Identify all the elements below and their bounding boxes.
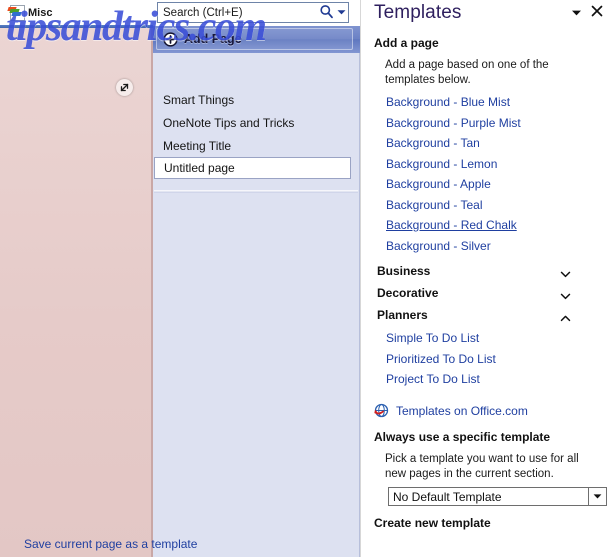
page-list-divider: [154, 190, 358, 193]
template-link[interactable]: Background - Apple: [374, 174, 599, 195]
template-link[interactable]: Background - Lemon: [374, 154, 599, 175]
task-pane-menu-chevron-down-icon[interactable]: [569, 6, 583, 20]
template-group-label: Planners: [377, 308, 428, 322]
page-list-region: Search (Ctrl+E) Add Page Smart Things On…: [153, 0, 360, 557]
search-dropdown-chevron-down-icon[interactable]: [335, 9, 348, 16]
page-list-panel[interactable]: Smart Things OneNote Tips and Tricks Mee…: [153, 53, 360, 557]
plus-circle-icon: [163, 31, 178, 47]
add-page-label: Add Page: [184, 32, 242, 46]
add-a-page-description: Add a page based on one of the templates…: [385, 59, 549, 86]
templates-task-pane: Templates Add a page Add a page based on…: [360, 0, 612, 557]
template-link[interactable]: Simple To Do List: [374, 328, 599, 349]
page-item-label: OneNote Tips and Tricks: [163, 115, 295, 130]
create-new-template-heading: Create new template: [374, 516, 491, 530]
close-icon[interactable]: [589, 3, 605, 19]
onenote-section-icon: [7, 5, 25, 21]
search-row: Search (Ctrl+E): [153, 0, 360, 26]
add-page-band: Add Page: [153, 26, 360, 54]
chevron-up-icon: [560, 309, 571, 322]
onenote-window: Misc Search (Ctrl+E) Add Page Smart Thin…: [0, 0, 612, 557]
always-use-heading: Always use a specific template: [374, 430, 551, 444]
template-link[interactable]: Background - Tan: [374, 133, 599, 154]
template-link[interactable]: Background - Blue Mist: [374, 92, 599, 113]
search-input-text[interactable]: Search (Ctrl+E): [158, 7, 318, 19]
template-link[interactable]: Background - Teal: [374, 195, 599, 216]
default-template-select[interactable]: No Default Template: [388, 487, 607, 506]
page-title: Templates: [374, 2, 462, 23]
page-list-items: Smart Things OneNote Tips and Tricks Mee…: [153, 88, 360, 179]
page-item-label: Untitled page: [164, 161, 235, 175]
section-tab-misc[interactable]: Misc: [5, 2, 58, 23]
template-link[interactable]: Background - Silver: [374, 236, 599, 257]
always-use-description: Pick a template you want to use for all …: [385, 453, 579, 480]
add-a-page-heading: Add a page: [374, 36, 439, 50]
template-link[interactable]: Project To Do List: [374, 369, 599, 390]
list-item[interactable]: Smart Things: [153, 88, 360, 111]
templates-on-office-link[interactable]: Templates on Office.com: [374, 403, 528, 418]
template-link[interactable]: Background - Purple Mist: [374, 113, 599, 134]
page-item-label: Meeting Title: [163, 138, 232, 153]
template-list[interactable]: Background - Blue Mist Background - Purp…: [374, 92, 599, 398]
chevron-down-icon: [560, 287, 571, 300]
add-page-button[interactable]: Add Page: [156, 28, 353, 50]
list-item[interactable]: Meeting Title: [153, 134, 360, 157]
page-canvas[interactable]: [0, 28, 153, 557]
template-group-label: Business: [377, 264, 431, 278]
search-icon[interactable]: [318, 3, 335, 23]
page-item-label: Smart Things: [163, 92, 235, 107]
chevron-down-icon: [560, 265, 571, 278]
template-group-decorative[interactable]: Decorative: [374, 282, 577, 304]
save-current-page-as-template-link[interactable]: Save current page as a template: [24, 537, 197, 551]
template-group-planners[interactable]: Planners: [374, 304, 577, 326]
list-item-selected[interactable]: Untitled page: [154, 157, 351, 179]
template-group-business[interactable]: Business: [374, 260, 577, 282]
search-input[interactable]: Search (Ctrl+E): [157, 2, 349, 23]
list-item[interactable]: OneNote Tips and Tricks: [153, 111, 360, 134]
section-tab-bar: Misc: [0, 0, 153, 25]
globe-web-icon: [374, 403, 389, 418]
section-and-canvas-region: Misc: [0, 0, 153, 557]
templates-on-office-label: Templates on Office.com: [396, 403, 528, 418]
section-tab-label: Misc: [28, 6, 53, 19]
expand-diagonal-icon[interactable]: [116, 79, 133, 96]
template-group-label: Decorative: [377, 286, 439, 300]
default-template-value: No Default Template: [393, 489, 502, 504]
template-link[interactable]: Prioritized To Do List: [374, 349, 599, 370]
template-link-hovered[interactable]: Background - Red Chalk: [374, 215, 599, 236]
task-pane-header: Templates: [361, 0, 612, 32]
chevron-down-icon[interactable]: [588, 488, 606, 505]
